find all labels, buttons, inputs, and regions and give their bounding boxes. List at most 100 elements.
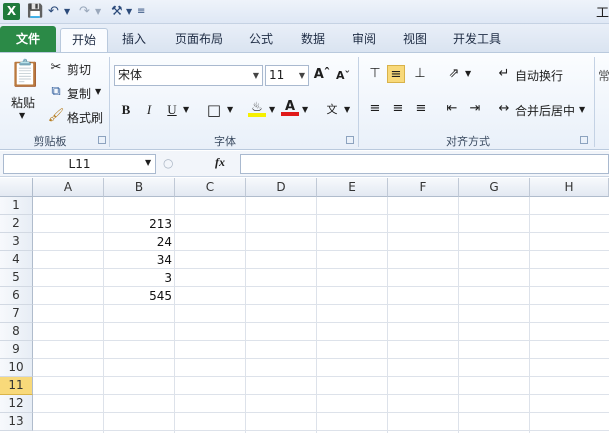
alignment-launcher-icon[interactable] (580, 136, 588, 144)
font-name-dropdown-icon[interactable]: ▼ (253, 66, 259, 85)
column-header-e[interactable]: E (317, 178, 388, 197)
cell-b2[interactable]: 213 (104, 215, 174, 233)
orientation-icon[interactable]: ⇗ (445, 65, 463, 83)
row-header-13[interactable]: 13 (0, 413, 33, 431)
merge-dropdown-icon[interactable]: ▼ (579, 105, 585, 114)
orientation-dropdown-icon[interactable]: ▼ (465, 69, 471, 78)
copy-dropdown-icon[interactable]: ▼ (95, 87, 101, 96)
font-color-dropdown-icon[interactable]: ▼ (302, 105, 308, 114)
copy-icon[interactable]: ⧉ (47, 83, 65, 101)
cell-b5[interactable]: 3 (104, 269, 174, 287)
tab-insert[interactable]: 插入 (113, 28, 155, 52)
cut-button[interactable]: 剪切 (67, 61, 91, 78)
insert-function-button[interactable]: fx (215, 155, 225, 170)
phonetic-dropdown-icon[interactable]: ▼ (344, 105, 350, 114)
format-painter-button[interactable]: 格式刷 (67, 109, 103, 126)
border-icon[interactable]: □ (205, 101, 223, 119)
row-header-2[interactable]: 2 (0, 215, 33, 233)
underline-button[interactable]: U (163, 101, 181, 119)
customize-qat-icon[interactable]: ≡ (137, 3, 145, 21)
excel-logo-icon[interactable]: X (3, 3, 20, 20)
row-header-3[interactable]: 3 (0, 233, 33, 251)
font-size-dropdown-icon[interactable]: ▼ (299, 66, 305, 85)
row-header-6[interactable]: 6 (0, 287, 33, 305)
merge-center-icon[interactable]: ↔ (495, 100, 513, 118)
clipboard-launcher-icon[interactable] (98, 136, 106, 144)
grow-font-icon[interactable]: Aˆ (313, 66, 331, 84)
align-middle-icon[interactable]: ≡ (387, 65, 405, 83)
row-header-9[interactable]: 9 (0, 341, 33, 359)
fill-color-dropdown-icon[interactable]: ▼ (269, 105, 275, 114)
cell-b6[interactable]: 545 (104, 287, 174, 305)
row-header-8[interactable]: 8 (0, 323, 33, 341)
font-size-box[interactable]: 11 ▼ (265, 65, 309, 86)
tab-developer[interactable]: 开发工具 (446, 28, 508, 52)
tool-dropdown-icon[interactable]: ▼ (126, 3, 132, 21)
shrink-font-icon[interactable]: Aˇ (334, 67, 352, 85)
row-header-10[interactable]: 10 (0, 359, 33, 377)
customize-tool-icon[interactable]: ⚒ (111, 3, 123, 21)
column-header-b[interactable]: B (104, 178, 175, 197)
column-header-f[interactable]: F (388, 178, 459, 197)
italic-button[interactable]: I (140, 101, 158, 119)
column-header-g[interactable]: G (459, 178, 530, 197)
undo-icon[interactable]: ↶ (48, 3, 59, 21)
paste-button[interactable]: 粘贴 (11, 94, 35, 111)
wrap-text-button[interactable]: 自动换行 (515, 67, 563, 84)
increase-indent-icon[interactable]: ⇥ (466, 100, 484, 118)
bold-button[interactable]: B (117, 101, 135, 119)
cut-icon[interactable]: ✂ (47, 59, 65, 77)
undo-dropdown-icon[interactable]: ▼ (64, 3, 70, 21)
paste-dropdown-icon[interactable]: ▼ (19, 111, 25, 120)
save-icon[interactable]: 💾 (27, 3, 43, 21)
tab-view[interactable]: 视图 (394, 28, 436, 52)
merge-center-button[interactable]: 合并后居中 (515, 102, 575, 119)
spreadsheet-grid[interactable]: A B C D E F G H 1 2 3 4 5 6 7 8 9 10 11 … (0, 178, 609, 433)
align-right-icon[interactable]: ≡ (412, 100, 430, 118)
gridline (33, 358, 609, 359)
row-header-4[interactable]: 4 (0, 251, 33, 269)
fill-color-icon[interactable]: ♨ (248, 99, 266, 117)
cell-b3[interactable]: 24 (104, 233, 174, 251)
name-box-dropdown-icon[interactable]: ▼ (145, 158, 151, 167)
copy-button[interactable]: 复制 (67, 85, 91, 102)
row-header-1[interactable]: 1 (0, 197, 33, 215)
tab-home[interactable]: 开始 (60, 28, 108, 52)
row-header-12[interactable]: 12 (0, 395, 33, 413)
decrease-indent-icon[interactable]: ⇤ (443, 100, 461, 118)
formula-input[interactable] (240, 154, 609, 174)
tab-review[interactable]: 审阅 (343, 28, 385, 52)
tab-file[interactable]: 文件 (0, 26, 56, 52)
column-header-a[interactable]: A (33, 178, 104, 197)
redo-icon[interactable]: ↷ (79, 3, 90, 21)
alignment-group-label: 对齐方式 (446, 135, 490, 148)
column-header-d[interactable]: D (246, 178, 317, 197)
align-top-icon[interactable]: ⊤ (366, 65, 384, 83)
name-box[interactable]: L11 (3, 154, 156, 174)
format-painter-icon[interactable]: 🖌 (47, 107, 65, 125)
formula-expand-icon[interactable]: ○ (163, 156, 173, 170)
cell-b4[interactable]: 34 (104, 251, 174, 269)
font-launcher-icon[interactable] (346, 136, 354, 144)
align-left-icon[interactable]: ≡ (366, 100, 384, 118)
tab-page-layout[interactable]: 页面布局 (166, 28, 232, 52)
row-header-11-selected[interactable]: 11 (0, 377, 33, 395)
align-bottom-icon[interactable]: ⊥ (411, 65, 429, 83)
row-header-5[interactable]: 5 (0, 269, 33, 287)
tab-formulas[interactable]: 公式 (240, 28, 282, 52)
phonetic-icon[interactable]: 文 (323, 101, 341, 119)
paste-icon[interactable]: 📋 (9, 57, 41, 91)
tab-data[interactable]: 数据 (292, 28, 334, 52)
font-color-icon[interactable]: A (281, 98, 299, 116)
font-name-box[interactable]: 宋体 ▼ (114, 65, 263, 86)
redo-dropdown-icon[interactable]: ▼ (95, 3, 101, 21)
border-dropdown-icon[interactable]: ▼ (227, 105, 233, 114)
underline-dropdown-icon[interactable]: ▼ (183, 105, 189, 114)
select-all-corner[interactable] (0, 178, 33, 197)
column-header-c[interactable]: C (175, 178, 246, 197)
align-center-icon[interactable]: ≡ (389, 100, 407, 118)
quick-access-toolbar: X 💾 ↶ ▼ ↷ ▼ ⚒ ▼ ≡ 工 (0, 0, 609, 24)
wrap-text-icon[interactable]: ↵ (495, 65, 513, 83)
row-header-7[interactable]: 7 (0, 305, 33, 323)
column-header-h[interactable]: H (530, 178, 609, 197)
